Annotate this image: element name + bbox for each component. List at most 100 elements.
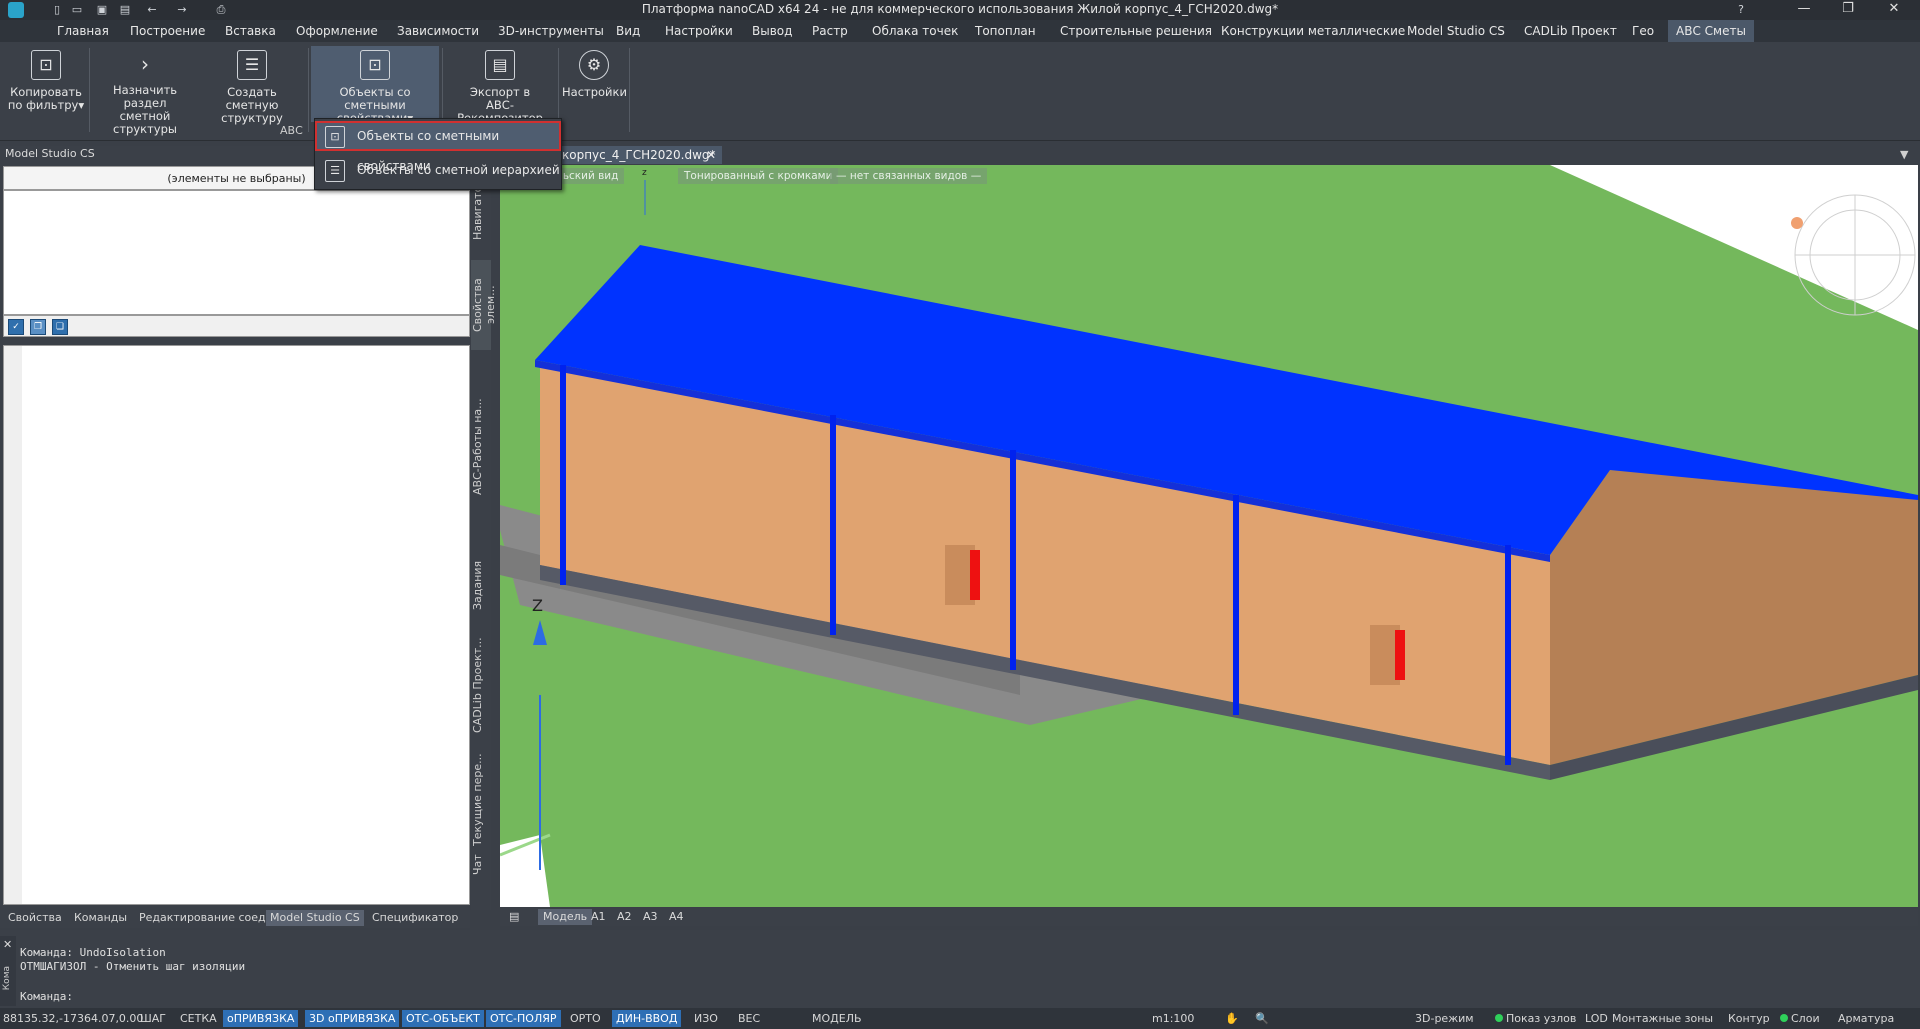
vtab-cadlib-project[interactable]: CADLib Проект... [471, 635, 491, 735]
tab-insert[interactable]: Вставка [225, 20, 276, 42]
status-show-nodes[interactable]: Показ узлов [1495, 1010, 1576, 1027]
tab-geo[interactable]: Гео [1632, 20, 1654, 42]
assign-estimate-section-button[interactable]: › Назначить раздел сметной структуры [92, 46, 198, 136]
status-contour[interactable]: Контур [1728, 1010, 1770, 1027]
estimate-object-icon: ⊡ [360, 50, 390, 80]
drawing-viewport[interactable]: Z z [500, 165, 1918, 907]
tab-view[interactable]: Вид [616, 20, 640, 42]
menu-item-objects-with-estimate-props[interactable]: ⊡ Объекты со сметными свойствами [315, 121, 561, 173]
tab-metal-structures[interactable]: Конструкции металлические [1221, 20, 1405, 42]
filter-copy-icon: ⊡ [31, 50, 61, 80]
maximize-button[interactable]: ❐ [1826, 0, 1870, 20]
vtab-abc-works[interactable]: АВС-Работы на... [471, 358, 491, 536]
minimize-button[interactable]: — [1782, 0, 1826, 20]
tab-annotate[interactable]: Оформление [296, 20, 378, 42]
scale-readout[interactable]: m1:100 [1152, 1010, 1194, 1027]
vertical-tab-strip: Навигатор Свойства элем... АВС-Работы на… [471, 179, 497, 910]
toggle-osnap[interactable]: оПРИВЯЗКА [223, 1010, 299, 1027]
toggle-lineweight[interactable]: ВЕС [738, 1010, 760, 1027]
tab-abc-estimates[interactable]: АВС Сметы [1668, 20, 1754, 42]
window-title: Платформа nanoCAD x64 24 - не для коммер… [641, 2, 1279, 16]
tab-home[interactable]: Главная [57, 20, 109, 42]
status-rebar[interactable]: Арматура [1838, 1010, 1894, 1027]
tab-raster[interactable]: Растр [812, 20, 848, 42]
chevron-right-icon: › [141, 52, 149, 76]
status-lod[interactable]: LOD [1585, 1010, 1608, 1027]
tab-topoplan[interactable]: Топоплан [975, 20, 1036, 42]
ribbon-panel-caption: АВС [280, 124, 303, 137]
z-axis-label: Z [532, 596, 543, 615]
help-icon[interactable]: ? [1734, 3, 1748, 17]
menu-item-objects-with-estimate-hierarchy[interactable]: ☰ Объекты со сметной иерархией [315, 155, 561, 185]
estimate-object-icon: ⊡ [325, 126, 345, 148]
status-bar: 88135.32,-17364.07,0.00 ШАГ СЕТКА оПРИВЯ… [0, 1008, 1920, 1029]
layout-tab-a2[interactable]: A2 [612, 909, 637, 925]
status-3d-mode[interactable]: 3D-режим [1415, 1010, 1474, 1027]
model-space-indicator[interactable]: МОДЕЛЬ [812, 1010, 862, 1027]
list-icon: ☰ [237, 50, 267, 80]
layout-tab-a1[interactable]: A1 [586, 909, 611, 925]
toggle-iso[interactable]: ИЗО [694, 1010, 718, 1027]
settings-button[interactable]: ⚙ Настройки [562, 46, 627, 122]
create-estimate-structure-button[interactable]: ☰ Создать сметную структуру [200, 46, 304, 125]
copy-icon[interactable]: ❐ [30, 319, 46, 335]
visual-style-button[interactable]: Тонированный с кромками [678, 168, 839, 184]
vtab-chat[interactable]: Чат [471, 845, 491, 885]
objects-with-estimate-props-button[interactable]: ⊡ Объекты со сметными свойствами▾ [311, 46, 439, 125]
coordinates-readout: 88135.32,-17364.07,0.00 [3, 1012, 144, 1025]
layout-tab-a3[interactable]: A3 [638, 909, 663, 925]
tab-output[interactable]: Вывод [752, 20, 792, 42]
element-list[interactable] [3, 190, 470, 315]
close-button[interactable]: ✕ [1872, 0, 1916, 20]
tab-model-studio[interactable]: Model Studio CS [1407, 20, 1505, 42]
tab-build[interactable]: Построение [130, 20, 205, 42]
pan-icon[interactable]: ✋ [1225, 1010, 1239, 1027]
panel-tabs: Свойства Команды Редактирование соед... … [0, 908, 470, 928]
panel-tab-specifier[interactable]: Спецификатор [368, 910, 462, 926]
toggle-3d-osnap[interactable]: 3D оПРИВЯЗКА [305, 1010, 400, 1027]
panel-tab-connection-edit[interactable]: Редактирование соед... [135, 910, 280, 926]
hierarchy-list-icon: ☰ [325, 160, 345, 182]
close-icon[interactable]: ✕ [3, 938, 12, 951]
toggle-snap[interactable]: ШАГ [140, 1010, 166, 1027]
layout-tab-model[interactable]: Модель [538, 909, 593, 925]
linked-views-button[interactable]: — нет связанных видов — [830, 168, 988, 184]
layout-tab-a4[interactable]: A4 [664, 909, 689, 925]
ribbon-tabs: Главная Построение Вставка Оформление За… [0, 20, 1920, 42]
chevron-down-icon[interactable]: ▼ [1900, 148, 1908, 161]
panel-tab-model-studio[interactable]: Model Studio CS [266, 910, 364, 926]
building-3d-scene: Z z [500, 165, 1918, 907]
vtab-element-properties[interactable]: Свойства элем... [471, 260, 497, 350]
panel-tab-commands[interactable]: Команды [70, 910, 131, 926]
panel-tab-properties[interactable]: Свойства [4, 910, 66, 926]
command-strip: ✕ Кома [0, 936, 16, 1006]
command-prompt[interactable]: Команда: [20, 990, 73, 1003]
status-mounting-zones[interactable]: Монтажные зоны [1612, 1010, 1713, 1027]
vtab-current-changes[interactable]: Текущие пере... [471, 750, 491, 850]
tab-3d-tools[interactable]: 3D-инструменты [498, 20, 604, 42]
toggle-ortho[interactable]: ОРТО [570, 1010, 601, 1027]
copy-by-filter-button[interactable]: ⊡ Копировать по фильтру▾ [6, 46, 86, 122]
tab-building-solutions[interactable]: Строительные решения [1060, 20, 1212, 42]
toggle-polar-tracking[interactable]: ОТС-ПОЛЯР [486, 1010, 561, 1027]
toggle-dynamic-input[interactable]: ДИН-ВВОД [612, 1010, 682, 1027]
zoom-icon[interactable]: 🔍 [1255, 1010, 1269, 1027]
tab-constraints[interactable]: Зависимости [397, 20, 479, 42]
properties-grid[interactable] [3, 345, 470, 905]
gear-icon: ⚙ [579, 50, 609, 80]
tab-cadlib[interactable]: CADLib Проект [1524, 20, 1617, 42]
status-dot-icon [1495, 1014, 1503, 1022]
status-layers[interactable]: Слои [1780, 1010, 1820, 1027]
toggle-object-tracking[interactable]: ОТС-ОБЪЕКТ [402, 1010, 484, 1027]
copy-multiple-icon[interactable]: ❏ [52, 319, 68, 335]
export-to-recomposer-button[interactable]: ▤ Экспорт в АВС-Рекомпозитор [445, 46, 555, 125]
layout-icon[interactable]: ▤ [504, 909, 524, 925]
vtab-tasks[interactable]: Задания [471, 555, 491, 615]
select-all-icon[interactable]: ✓ [8, 319, 24, 335]
tab-settings[interactable]: Настройки [665, 20, 733, 42]
command-area [0, 930, 1920, 1010]
tab-point-clouds[interactable]: Облака точек [872, 20, 958, 42]
close-icon[interactable]: ✕ [706, 146, 716, 164]
status-dot-icon [1780, 1014, 1788, 1022]
toggle-grid[interactable]: СЕТКА [180, 1010, 217, 1027]
